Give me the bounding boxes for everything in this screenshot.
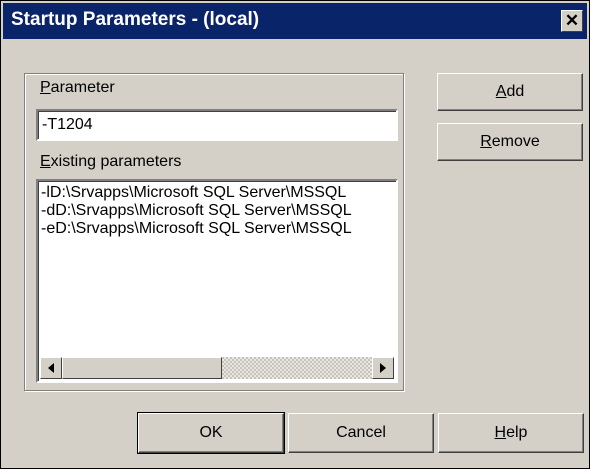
cancel-button[interactable]: Cancel [288,413,434,453]
existing-parameters-list[interactable]: -lD:\Srvapps\Microsoft SQL Server\MSSQL … [36,179,398,383]
scroll-right-arrow-icon [380,363,386,373]
list-item[interactable]: -dD:\Srvapps\Microsoft SQL Server\MSSQL [38,202,396,220]
scroll-left-arrow-icon [48,363,54,373]
parameter-input-value: -T1204 [42,116,93,133]
horizontal-scrollbar[interactable] [40,357,394,379]
ok-button[interactable]: OK [137,412,285,454]
close-icon: ✕ [564,11,580,30]
startup-parameters-dialog: Startup Parameters - (local) ✕ Parameter… [0,0,590,469]
title-bar[interactable]: Startup Parameters - (local) ✕ [3,3,587,39]
scroll-thumb[interactable] [62,357,222,379]
parameter-input[interactable]: -T1204 [36,109,398,141]
help-button[interactable]: Help [438,413,584,453]
close-button[interactable]: ✕ [561,10,583,32]
window-title: Startup Parameters - (local) [11,9,260,30]
existing-parameters-label: Existing parameters [40,153,182,170]
parameter-label: Parameter [40,79,115,96]
scroll-left-button[interactable] [40,357,62,379]
scroll-right-button[interactable] [372,357,394,379]
list-item[interactable]: -eD:\Srvapps\Microsoft SQL Server\MSSQL [38,220,396,238]
remove-button[interactable]: Remove [437,123,583,161]
list-item[interactable]: -lD:\Srvapps\Microsoft SQL Server\MSSQL [38,184,396,202]
add-button[interactable]: Add [437,73,583,111]
